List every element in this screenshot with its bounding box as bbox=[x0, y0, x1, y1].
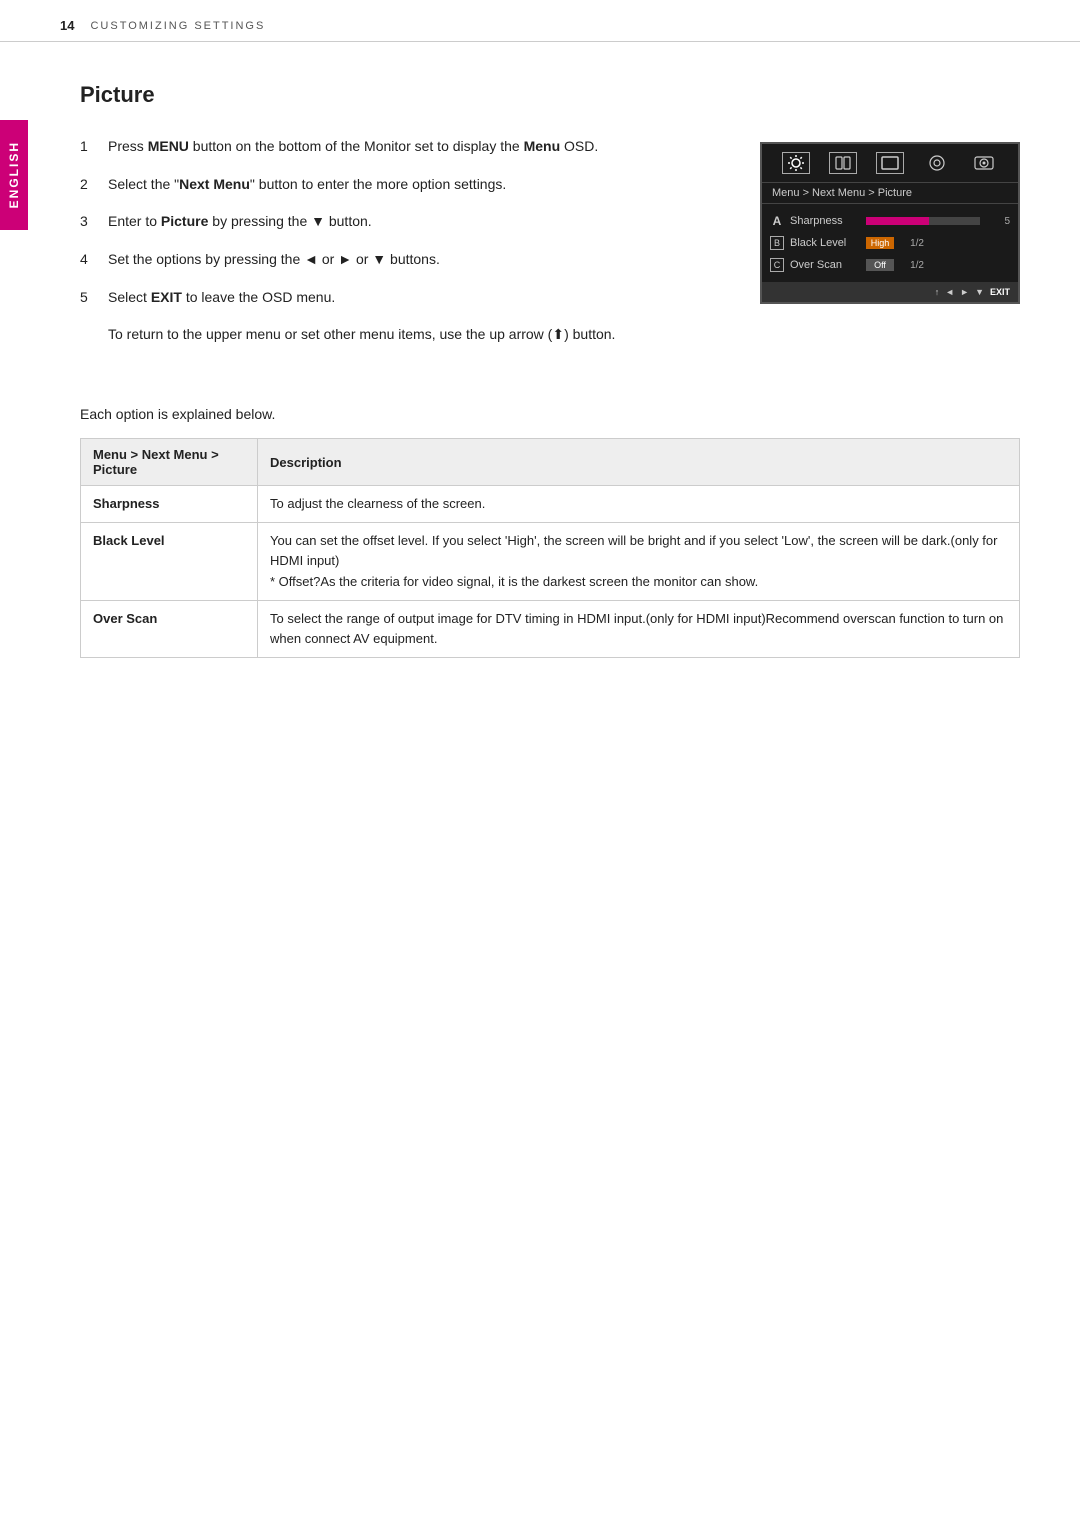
osd-row-overscan: C Over Scan Off 1/2 bbox=[762, 254, 1018, 276]
step-5: 5 Select EXIT to leave the OSD menu. bbox=[80, 287, 720, 309]
osd-breadcrumb: Menu > Next Menu > Picture bbox=[762, 183, 1018, 204]
return-note: To return to the upper menu or set other… bbox=[108, 324, 720, 346]
page-title: Picture bbox=[80, 82, 720, 108]
step-number: 3 bbox=[80, 211, 96, 233]
options-table: Menu > Next Menu > Picture Description S… bbox=[80, 438, 1020, 658]
step-3: 3 Enter to Picture by pressing the ▼ but… bbox=[80, 211, 720, 233]
picture-icon bbox=[970, 152, 998, 174]
section-title: CUSTOMIZING SETTINGS bbox=[90, 20, 265, 32]
blacklevel-bar-text: High bbox=[866, 237, 894, 249]
step-number: 5 bbox=[80, 287, 96, 309]
up-button: ↑ bbox=[935, 287, 940, 297]
sharpness-icon: A bbox=[770, 214, 784, 228]
sharpness-bar bbox=[866, 217, 980, 225]
step-list: 1 Press MENU button on the bottom of the… bbox=[80, 136, 720, 308]
step-text: Select EXIT to leave the OSD menu. bbox=[108, 287, 335, 309]
blacklevel-label: Black Level bbox=[790, 237, 860, 249]
settings-icon bbox=[923, 152, 951, 174]
language-label: ENGLISH bbox=[7, 141, 21, 208]
color-icon bbox=[829, 152, 857, 174]
desc-blacklevel: You can set the offset level. If you sel… bbox=[258, 523, 1020, 600]
table-section: Each option is explained below. Menu > N… bbox=[0, 386, 1080, 698]
osd-icon-row bbox=[762, 144, 1018, 183]
overscan-label: Over Scan bbox=[790, 259, 860, 271]
osd-row-sharpness: A Sharpness 5 bbox=[762, 210, 1018, 232]
table-header-row: Menu > Next Menu > Picture Description bbox=[81, 439, 1020, 486]
breadcrumb-text: Menu > Next Menu > Picture bbox=[772, 187, 912, 199]
blacklevel-icon: B bbox=[770, 236, 784, 250]
exit-button: EXIT bbox=[990, 287, 1010, 297]
feature-blacklevel: Black Level bbox=[81, 523, 258, 600]
table-row: Black Level You can set the offset level… bbox=[81, 523, 1020, 600]
left-button: ◄ bbox=[945, 287, 954, 297]
table-row: Over Scan To select the range of output … bbox=[81, 600, 1020, 657]
osd-screen: Menu > Next Menu > Picture A Sharpness 5… bbox=[760, 142, 1020, 304]
osd-rows: A Sharpness 5 B Black Level High 1/2 C bbox=[762, 204, 1018, 282]
display-icon bbox=[876, 152, 904, 174]
step-number: 2 bbox=[80, 174, 96, 196]
step-1: 1 Press MENU button on the bottom of the… bbox=[80, 136, 720, 158]
step-text: Set the options by pressing the ◄ or ► o… bbox=[108, 249, 440, 271]
overscan-bar-text: Off bbox=[866, 259, 894, 271]
desc-overscan: To select the range of output image for … bbox=[258, 600, 1020, 657]
step-number: 1 bbox=[80, 136, 96, 158]
feature-sharpness: Sharpness bbox=[81, 486, 258, 523]
step-text: Select the "Next Menu" button to enter t… bbox=[108, 174, 506, 196]
sharpness-bar-fill bbox=[866, 217, 929, 225]
step-number: 4 bbox=[80, 249, 96, 271]
main-content: Picture 1 Press MENU button on the botto… bbox=[0, 42, 1080, 386]
instructions-panel: Picture 1 Press MENU button on the botto… bbox=[80, 82, 720, 346]
osd-footer: ↑ ◄ ► ▼ EXIT bbox=[762, 282, 1018, 302]
overscan-icon: C bbox=[770, 258, 784, 272]
page-header: 14 CUSTOMIZING SETTINGS bbox=[0, 0, 1080, 42]
overscan-value: 1/2 bbox=[900, 260, 924, 271]
step-text: Enter to Picture by pressing the ▼ butto… bbox=[108, 211, 372, 233]
right-button: ► bbox=[960, 287, 969, 297]
each-option-note: Each option is explained below. bbox=[80, 406, 1020, 422]
blacklevel-value: 1/2 bbox=[900, 238, 924, 249]
osd-row-blacklevel: B Black Level High 1/2 bbox=[762, 232, 1018, 254]
sharpness-value: 5 bbox=[986, 216, 1010, 227]
col-menu-header: Menu > Next Menu > Picture bbox=[81, 439, 258, 486]
osd-panel: Menu > Next Menu > Picture A Sharpness 5… bbox=[760, 142, 1020, 346]
step-4: 4 Set the options by pressing the ◄ or ►… bbox=[80, 249, 720, 271]
step-text: Press MENU button on the bottom of the M… bbox=[108, 136, 598, 158]
down-button: ▼ bbox=[975, 287, 984, 297]
col-description-header: Description bbox=[258, 439, 1020, 486]
brightness-icon bbox=[782, 152, 810, 174]
step-2: 2 Select the "Next Menu" button to enter… bbox=[80, 174, 720, 196]
desc-sharpness: To adjust the clearness of the screen. bbox=[258, 486, 1020, 523]
language-tab: ENGLISH bbox=[0, 120, 28, 230]
page-number: 14 bbox=[60, 18, 74, 33]
table-row: Sharpness To adjust the clearness of the… bbox=[81, 486, 1020, 523]
sharpness-label: Sharpness bbox=[790, 215, 860, 227]
feature-overscan: Over Scan bbox=[81, 600, 258, 657]
